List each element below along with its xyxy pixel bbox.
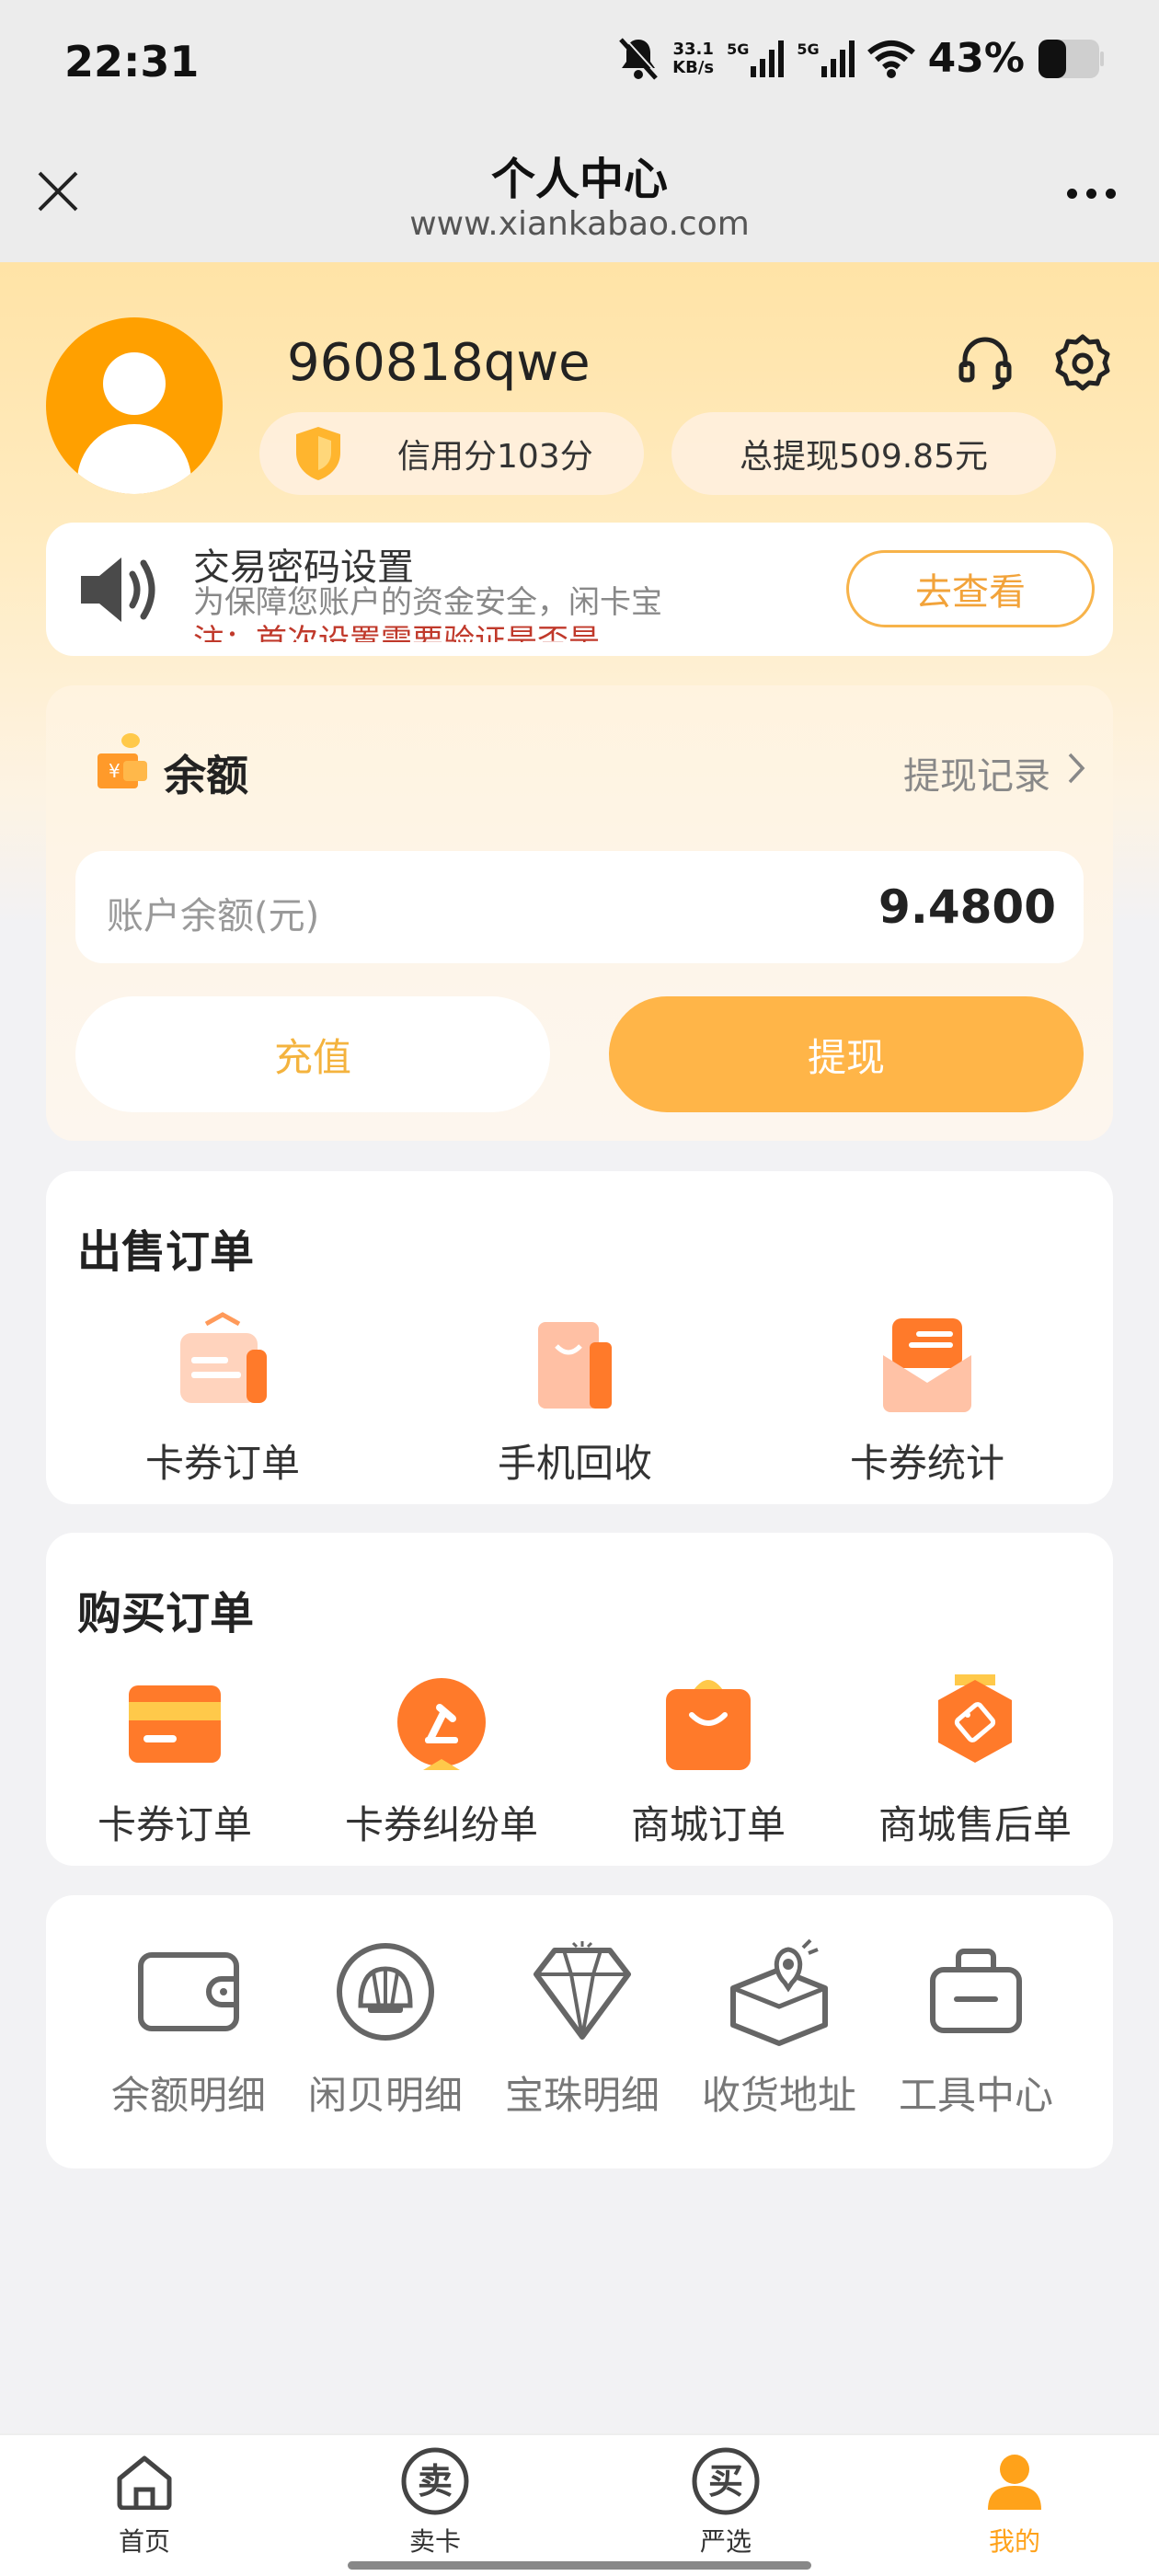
- signal-icon: 5G: [727, 40, 785, 77]
- buy-orders-title: 购买订单: [77, 1588, 255, 1639]
- balance-box: 账户余额(元) 9.4800: [75, 851, 1084, 963]
- money-box-icon: ¥: [90, 731, 155, 799]
- avatar[interactable]: [46, 317, 223, 494]
- headset-icon[interactable]: [953, 331, 1017, 396]
- balance-value: 9.4800: [878, 880, 1056, 934]
- tool-balance-detail[interactable]: 余额明细: [92, 1932, 285, 2121]
- shield-icon: [293, 425, 344, 490]
- card-icon: [120, 1671, 230, 1781]
- username: 960818qwe: [287, 333, 591, 393]
- tab-home[interactable]: 首页: [71, 2444, 218, 2559]
- status-bar: 22:31 33.1 KB/s 5G 5G 43%: [0, 0, 1159, 124]
- credit-score-pill[interactable]: 信用分103分: [259, 412, 644, 495]
- profile-icon: [978, 2444, 1051, 2518]
- sell-card-coupon-order[interactable]: 卡券订单: [112, 1309, 333, 1489]
- tool-shell-detail[interactable]: 闲贝明细: [289, 1932, 482, 2121]
- nav-bar: 个人中心 www.xiankabao.com: [0, 124, 1159, 262]
- total-withdraw-pill[interactable]: 总提现509.85元: [671, 412, 1056, 495]
- status-time: 22:31: [64, 37, 200, 86]
- tab-sell-card[interactable]: 卖 卖卡: [361, 2444, 509, 2559]
- svg-text:买: 买: [708, 2461, 743, 2501]
- wallet-icon: [129, 1932, 248, 2052]
- buy-mall-aftersale[interactable]: 商城售后单: [855, 1671, 1095, 1850]
- tool-tools-center[interactable]: 工具中心: [879, 1932, 1073, 2121]
- shopping-bag-icon: [520, 1309, 630, 1420]
- notice-card[interactable]: 交易密码设置 为保障您账户的资金安全，闲卡宝 注：首次设置需要验证是否是 去查看: [46, 523, 1113, 656]
- buy-icon: 买: [689, 2444, 763, 2518]
- withdraw-record-link[interactable]: 提现记录: [903, 746, 1085, 799]
- buy-card-coupon-order[interactable]: 卡券订单: [55, 1671, 294, 1850]
- mall-bag-icon: [653, 1671, 763, 1781]
- envelope-icon: [872, 1309, 982, 1420]
- page-title: 个人中心: [490, 154, 668, 205]
- buy-orders-card: 购买订单 卡券订单 卡券纠纷单 商城订单 商城售后单: [46, 1533, 1113, 1866]
- home-icon: [108, 2444, 181, 2518]
- signal-icon-2: 5G: [797, 40, 855, 77]
- aftersale-tag-icon: [920, 1671, 1030, 1781]
- tool-pearl-detail[interactable]: 宝珠明细: [486, 1932, 679, 2121]
- withdraw-button[interactable]: 提现: [609, 996, 1084, 1112]
- page-url: www.xiankabao.com: [409, 205, 750, 243]
- balance-card: ¥ 余额 提现记录 账户余额(元) 9.4800 充值 提现: [46, 685, 1113, 1141]
- svg-text:卖: 卖: [418, 2461, 453, 2501]
- sell-icon: 卖: [398, 2444, 472, 2518]
- tools-card: 余额明细 闲贝明细 宝珠明细 收货地址 工具中心: [46, 1895, 1113, 2168]
- bottom-tab-bar: 首页 卖 卖卡 买 严选 我的: [0, 2433, 1159, 2576]
- sell-phone-recycle[interactable]: 手机回收: [465, 1309, 685, 1489]
- balance-label: 账户余额(元): [107, 895, 320, 937]
- sell-orders-title: 出售订单: [77, 1226, 255, 1278]
- net-speed: 33.1 KB/s: [672, 39, 715, 77]
- notice-view-button[interactable]: 去查看: [846, 550, 1095, 627]
- battery-text: 43%: [927, 35, 1025, 82]
- location-box-icon: [719, 1932, 839, 2052]
- buy-coupon-dispute[interactable]: 卡券纠纷单: [322, 1671, 561, 1850]
- buy-mall-order[interactable]: 商城订单: [589, 1671, 828, 1850]
- home-indicator: [348, 2561, 811, 2570]
- wifi-icon: [866, 40, 915, 78]
- shell-icon: [326, 1932, 445, 2052]
- battery-icon: [1038, 39, 1104, 79]
- mute-icon: [617, 35, 660, 82]
- toolbox-icon: [916, 1932, 1036, 2052]
- recharge-button[interactable]: 充值: [75, 996, 550, 1112]
- sell-orders-card: 出售订单 卡券订单 手机回收 卡券统计: [46, 1171, 1113, 1504]
- tab-mine[interactable]: 我的: [941, 2444, 1088, 2559]
- diamond-icon: [522, 1932, 642, 2052]
- balance-title: 余额: [164, 751, 248, 800]
- status-icons: 33.1 KB/s 5G 5G 43%: [617, 35, 1104, 82]
- speaker-icon: [74, 548, 166, 635]
- settings-icon[interactable]: [1050, 331, 1115, 396]
- tab-selected[interactable]: 买 严选: [652, 2444, 799, 2559]
- tool-shipping-address[interactable]: 收货地址: [683, 1932, 876, 2121]
- sell-coupon-stats[interactable]: 卡券统计: [817, 1309, 1038, 1489]
- card-coupon-icon: [167, 1309, 278, 1420]
- chevron-right-icon: [1067, 752, 1085, 794]
- svg-text:¥: ¥: [109, 760, 120, 782]
- more-icon[interactable]: [1054, 170, 1128, 216]
- notice-desc: 为保障您账户的资金安全，闲卡宝 注：首次设置需要验证是否是: [193, 584, 662, 642]
- gavel-icon: [386, 1671, 497, 1781]
